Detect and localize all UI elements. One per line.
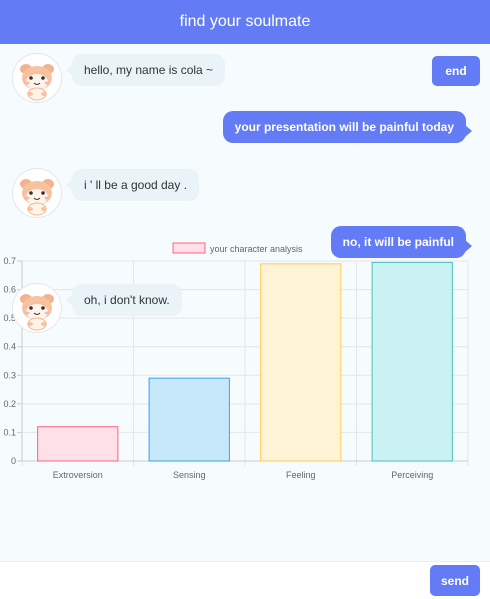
x-tick-label: Perceiving — [391, 470, 433, 480]
message-input[interactable] — [8, 566, 422, 596]
send-button[interactable]: send — [430, 565, 480, 596]
cat-avatar-icon — [12, 283, 62, 333]
y-tick-label: 0 — [11, 456, 16, 466]
app-header: find your soulmate — [0, 0, 490, 44]
y-tick-label: 0.1 — [3, 427, 16, 437]
bot-message: oh, i don't know. — [66, 284, 182, 316]
bar-perceiving — [371, 261, 453, 462]
x-tick-label: Feeling — [286, 470, 316, 480]
y-tick-label: 0.6 — [3, 285, 16, 295]
legend-label: your character analysis — [210, 244, 303, 254]
character-analysis-chart: 00.10.20.30.40.50.60.7Extroversion Sensin… — [3, 242, 469, 480]
app-title: find your soulmate — [179, 13, 311, 30]
bar-feeling — [260, 263, 342, 462]
y-tick-label: 0.3 — [3, 370, 16, 380]
cat-avatar-icon — [12, 53, 62, 103]
bar-extroversion — [37, 426, 119, 462]
legend-swatch — [172, 242, 206, 254]
bar-sensing — [148, 377, 230, 462]
y-tick-label: 0.2 — [3, 399, 16, 409]
y-tick-label: 0.4 — [3, 342, 16, 352]
user-message: no, it will be painful — [330, 226, 473, 258]
end-button[interactable]: end — [432, 56, 480, 86]
bot-message: i ' ll be a good day . — [65, 169, 200, 201]
cat-avatar-icon — [12, 168, 62, 218]
user-message: your presentation will be painful today — [222, 111, 473, 143]
y-tick-label: 0.7 — [3, 256, 16, 266]
x-tick-label: Sensing — [173, 470, 206, 480]
x-tick-label: Extroversion — [53, 470, 103, 480]
composer-bar — [0, 561, 490, 599]
bot-message: hello, my name is cola ~ — [65, 54, 226, 86]
